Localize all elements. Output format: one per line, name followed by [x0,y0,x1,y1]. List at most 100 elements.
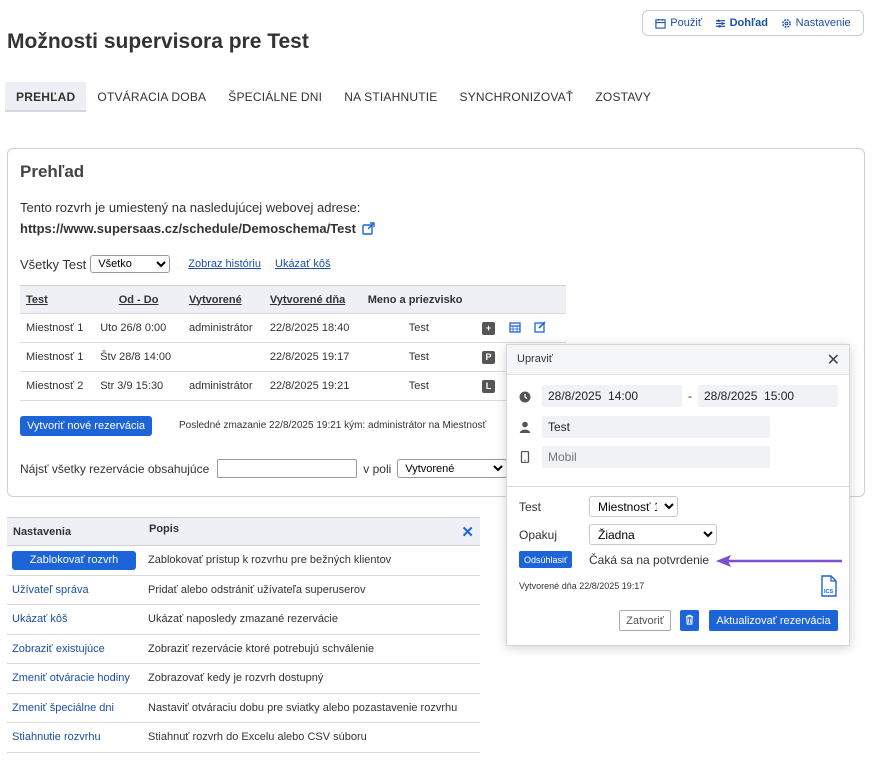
cell-time: Štv 28/8 14:00 [94,342,183,372]
ics-label: ICS [824,589,834,595]
tab-opening-hours[interactable]: OTVÁRACIA DOBA [86,82,217,112]
update-booking-button[interactable]: Aktualizovať rezervácia [709,610,838,631]
status-badge: L [482,379,496,393]
settings-table: Nastavenia Popis ✕ Zablokovať rozvrh Zab… [7,517,480,753]
nav-settings[interactable]: Nastavenie [781,17,851,29]
settings-row: Ukázať kôš Ukázať naposledy zmazané reze… [7,604,480,635]
tab-overview[interactable]: PREHĽAD [5,82,87,112]
nav-use[interactable]: Použiť [655,17,702,29]
end-datetime-input[interactable] [698,385,838,407]
search-input[interactable] [217,459,358,478]
created-info: Vytvorené dňa 22/8/2025 19:17 [519,581,645,591]
block-schedule-button[interactable]: Zablokovať rozvrh [12,550,136,570]
user-icon [519,421,531,433]
settings-desc: Zobraziť rezervácie ktoré potrebujú schv… [143,634,480,664]
calendar-icon[interactable] [509,321,521,336]
search-label: Nájsť všetky rezervácie obsahujúce [20,461,210,476]
table-row[interactable]: Miestnosť 2 Str 3/9 15:30 administrátor … [20,371,566,401]
schedule-url-text: https://www.supersaas.cz/schedule/Demosc… [20,221,356,236]
settings-desc: Ukázať naposledy zmazané rezervácie [143,604,480,635]
cell-name: Test [361,371,477,401]
show-existing-link[interactable]: Zobraziť existujúce [7,634,143,664]
change-special-days-link[interactable]: Zmeniť špeciálne dni [7,693,143,723]
settings-row: Zmeniť špeciálne dni Nastaviť otváraciu … [7,693,480,723]
settings-desc: Pridať alebo odstrániť užívateľa superus… [143,575,480,605]
status-badge: + [482,321,496,335]
download-schedule-link[interactable]: Stiahnutie rozvrhu [7,722,143,753]
cell-created-by [182,342,264,372]
start-datetime-input[interactable] [542,385,682,407]
cell-created-on: 22/8/2025 19:17 [263,342,362,372]
col-settings: Nastavenia [7,517,143,546]
settings-row: Zmeniť otváracie hodiny Zobrazovať kedy … [7,663,480,694]
settings-row: Zablokovať rozvrh Zablokovať prístup k r… [7,545,480,576]
col-created-by[interactable]: Vytvorené [182,285,264,314]
top-nav: Použiť Dohľad Nastavenie [642,10,864,36]
settings-desc: Zablokovať prístup k rozvrhu pre bežných… [143,545,480,576]
dialog-close-icon[interactable]: ✕ [827,350,840,370]
mobile-icon [520,451,530,463]
approve-button[interactable]: Odsúhlasiť [519,551,573,568]
cell-created-by: administrátor [182,313,264,343]
cell-created-by: administrátor [182,371,264,401]
repeat-label: Opakuj [519,528,558,542]
date-range-dash: - [688,389,692,403]
tab-download[interactable]: NA STIAHNUTIE [333,82,448,112]
clock-icon [519,391,531,403]
calendar-icon [655,18,666,29]
last-deleted-info: Posledné zmazanie 22/8/2025 19:21 kým: a… [179,420,487,431]
repeat-select[interactable]: Žiadna [589,524,717,545]
col-badge [476,285,503,314]
edit-icon[interactable] [534,320,546,336]
name-input[interactable] [542,416,770,438]
schedule-url: https://www.supersaas.cz/schedule/Demosc… [20,221,375,236]
col-actions [502,285,566,314]
col-description-label: Popis [149,522,179,535]
table-row[interactable]: Miestnosť 1 Štv 28/8 14:00 22/8/2025 19:… [20,342,566,372]
dialog-divider [507,486,849,487]
edit-dialog: Upraviť ✕ - Test Miestnosť 1 Opakuj Žiad… [506,344,850,646]
col-from-to[interactable]: Od - Do [94,285,183,314]
overview-description: Tento rozvrh je umiestený na nasledujúce… [20,200,361,215]
mobile-input[interactable] [542,446,770,468]
tab-special-days[interactable]: ŠPECIÁLNE DNI [217,82,333,112]
trash-link[interactable]: Ukázať kôš [275,258,330,270]
bookings-table: Test Od - Do Vytvorené Vytvorené dňa Men… [20,285,566,401]
cell-name: Test [361,313,477,343]
col-test[interactable]: Test [20,285,95,314]
history-link[interactable]: Zobraz históriu [188,258,261,270]
tab-reports[interactable]: ZOSTAVY [584,82,662,112]
nav-dashboard-label: Dohľad [729,17,769,29]
cell-name: Test [361,342,477,372]
nav-settings-label: Nastavenie [795,17,851,29]
dialog-header [507,345,849,375]
settings-desc: Zobrazovať kedy je rozvrh dostupný [143,663,480,694]
show-trash-link[interactable]: Ukázať kôš [7,604,143,635]
tab-sync[interactable]: SYNCHRONIZOVAŤ [448,82,584,112]
resource-select[interactable]: Miestnosť 1 [589,496,678,517]
col-description: Popis ✕ [143,517,480,546]
new-booking-button[interactable]: Vytvoriť nové rezervácia [20,416,153,436]
ics-download-icon[interactable]: ICS [820,575,838,597]
in-field-label: v poli [363,461,392,476]
table-row[interactable]: Miestnosť 1 Uto 26/8 0:00 administrátor … [20,313,566,343]
page-title: Možnosti supervisora pre Test [7,30,309,53]
gear-icon [781,18,791,28]
filter-select[interactable]: Všetko [90,255,171,273]
close-button[interactable]: Zatvoriť [619,610,671,631]
settings-desc: Stiahnuť rozvrh do Excelu alebo CSV súbo… [143,722,480,753]
tab-bar: PREHĽAD OTVÁRACIA DOBA ŠPECIÁLNE DNI NA … [5,82,662,112]
external-link-icon[interactable] [362,222,375,235]
user-management-link[interactable]: Užívateľ správa [7,575,143,605]
status-badge: P [482,350,496,364]
cell-resource: Miestnosť 1 [20,342,95,372]
col-created-on[interactable]: Vytvorené dňa [263,285,362,314]
settings-row: Zobraziť existujúce Zobraziť rezervácie … [7,634,480,664]
settings-row: Stiahnutie rozvrhu Stiahnuť rozvrh do Ex… [7,722,480,753]
close-icon[interactable]: ✕ [461,523,474,541]
nav-dashboard[interactable]: Dohľad [715,17,768,29]
field-select[interactable]: Vytvorené [397,459,508,478]
delete-button[interactable] [680,610,699,631]
change-opening-hours-link[interactable]: Zmeniť otváracie hodiny [7,663,143,694]
overview-title: Prehľad [20,162,85,181]
